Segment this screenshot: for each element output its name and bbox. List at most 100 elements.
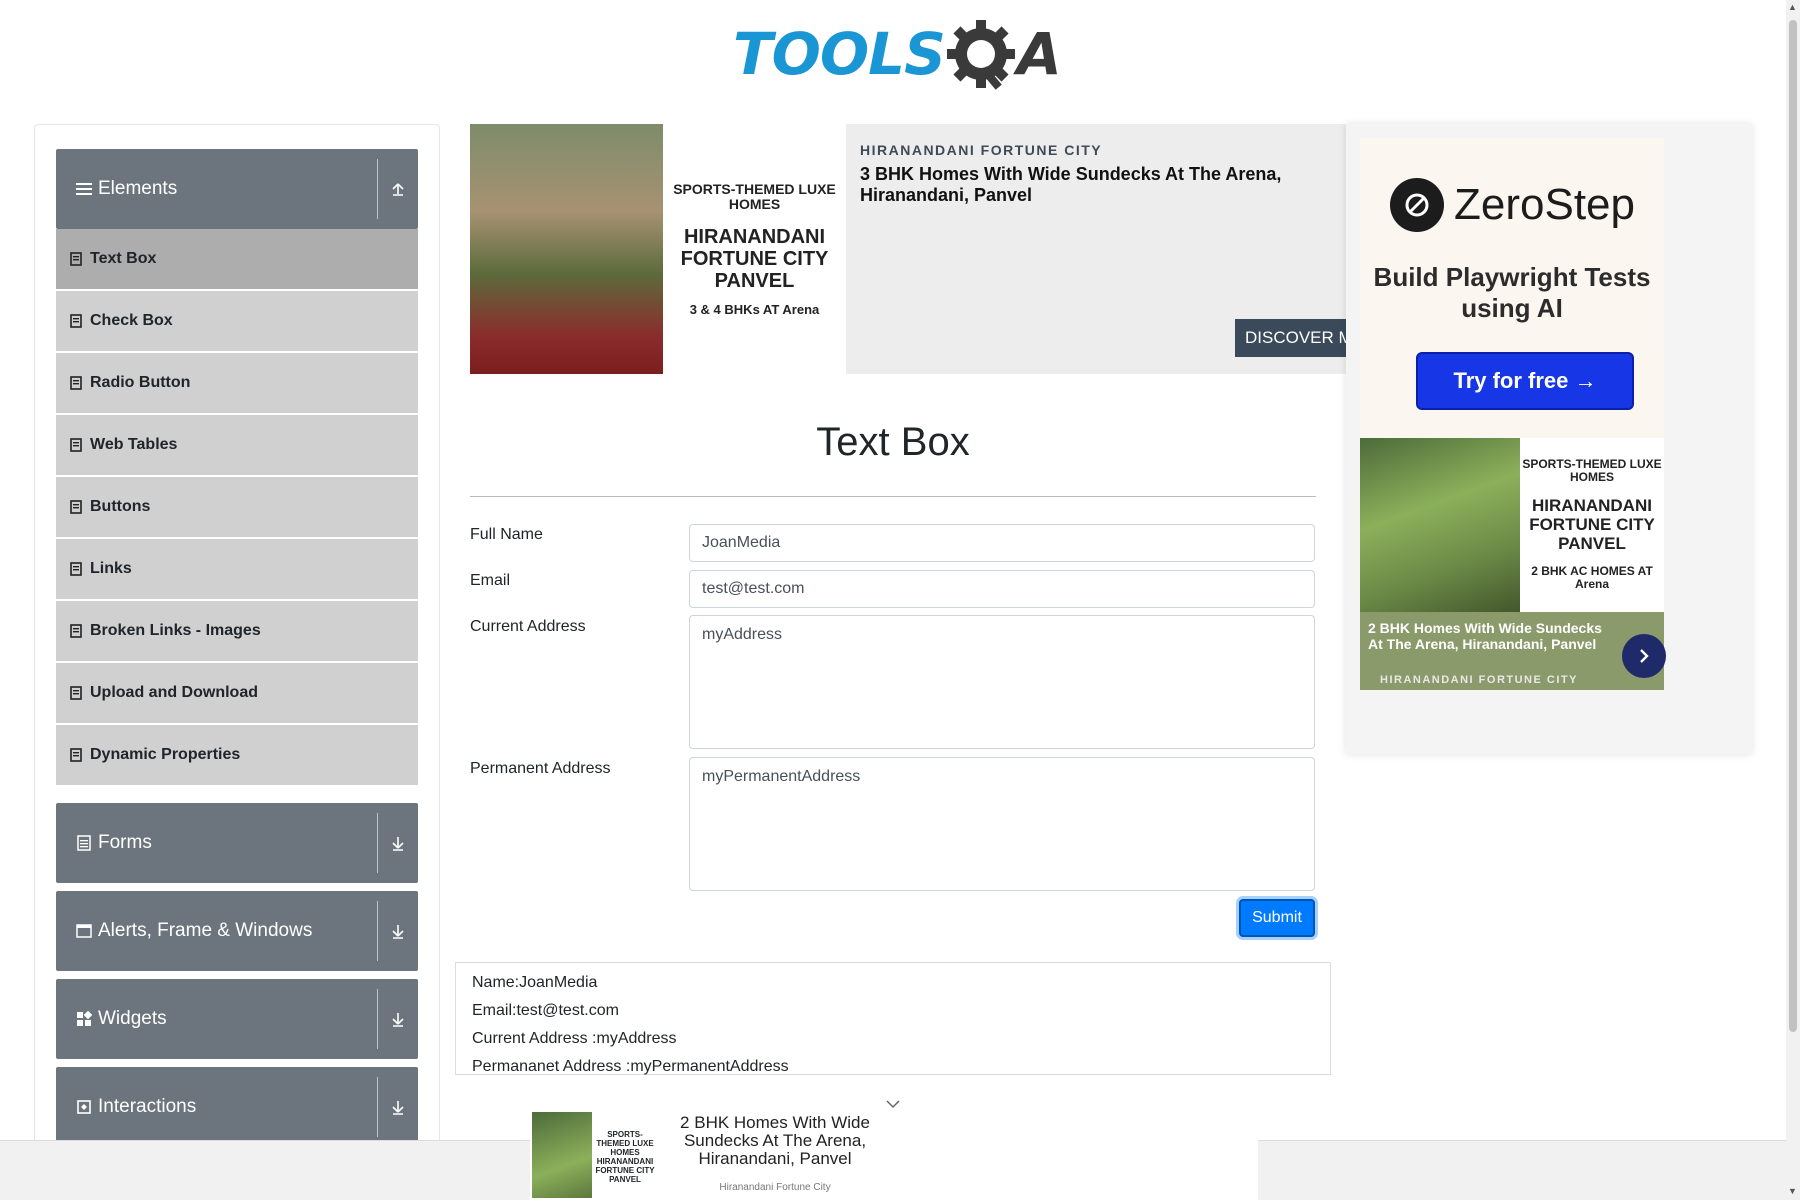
- window-icon: [74, 921, 94, 941]
- expand-arrow-icon[interactable]: [384, 891, 412, 971]
- menu-item-label: Text Box: [90, 250, 157, 267]
- bottom-banner-ad[interactable]: SPORTS-THEMED LUXE HOMES HIRANANDANI FOR…: [530, 1110, 1258, 1200]
- zerostep-ad-card: ZeroStep Build Playwright Tests using AI…: [1360, 138, 1664, 438]
- group-header-alerts[interactable]: Alerts, Frame & Windows: [56, 891, 418, 971]
- ad-discover-button[interactable]: DISCOVER MORE: [1235, 319, 1350, 357]
- ad-card-line2: HIRANANDANI FORTUNE CITY PANVEL: [680, 225, 829, 292]
- right-side-ad[interactable]: ZeroStep Build Playwright Tests using AI…: [1346, 124, 1752, 754]
- email-label: Email: [470, 572, 511, 589]
- group-title: Elements: [98, 178, 178, 199]
- form-icon: [74, 833, 94, 853]
- logo-qa: A: [945, 14, 1062, 94]
- ad-headline: 2 BHK Homes With Wide Sundecks At The Ar…: [680, 1113, 870, 1168]
- divider: [377, 901, 378, 961]
- document-icon: [70, 252, 82, 266]
- group-header-widgets[interactable]: Widgets: [56, 979, 418, 1059]
- group-title: Forms: [98, 832, 152, 853]
- email-input[interactable]: test@test.com: [689, 570, 1315, 608]
- title-divider: [470, 496, 1316, 497]
- logo-text: TOOLS: [733, 20, 946, 88]
- menu-item-radio-button[interactable]: Radio Button: [56, 353, 418, 415]
- divider: [377, 989, 378, 1049]
- menu-item-web-tables[interactable]: Web Tables: [56, 415, 418, 477]
- ad-caption: 2 BHK Homes With Wide Sundecks At The Ar…: [1360, 612, 1666, 690]
- ad-brand: Hiranandani Fortune City: [719, 1182, 831, 1193]
- permanent-address-textarea[interactable]: myPermanentAddress: [689, 757, 1315, 891]
- ad-brand-card: SPORTS-THEMED LUXE HOMES HIRANANDANI FOR…: [663, 124, 846, 374]
- divider: [377, 159, 378, 219]
- logo-a: A: [1016, 20, 1062, 88]
- document-icon: [70, 748, 82, 762]
- menu-item-label: Radio Button: [90, 374, 191, 391]
- menu-item-label: Check Box: [90, 312, 173, 329]
- menu-item-check-box[interactable]: Check Box: [56, 291, 418, 353]
- menu-item-upload-download[interactable]: Upload and Download: [56, 663, 418, 725]
- menu-item-label: Web Tables: [90, 436, 178, 453]
- gear-icon: [946, 20, 1015, 90]
- full-name-input[interactable]: JoanMedia: [689, 524, 1315, 562]
- zerostep-logo-icon: [1390, 178, 1444, 232]
- document-icon: [70, 562, 82, 576]
- ad-brand-card: SPORTS-THEMED LUXE HOMES HIRANANDANI FOR…: [592, 1112, 658, 1198]
- zerostep-logo-text: ZeroStep: [1454, 180, 1635, 229]
- ad-card-line3: 2 BHK AC HOMES AT Arena: [1531, 564, 1653, 591]
- document-icon: [70, 686, 82, 700]
- ad-park-image: [1360, 438, 1520, 612]
- page-title: Text Box: [816, 420, 970, 464]
- scrollbar-thumb[interactable]: [1789, 20, 1797, 1032]
- menu-item-label: Links: [90, 560, 132, 577]
- document-icon: [70, 438, 82, 452]
- ad-headline: 3 BHK Homes With Wide Sundecks At The Ar…: [860, 164, 1282, 205]
- group-title: Interactions: [98, 1096, 197, 1117]
- zerostep-tagline: Build Playwright Tests using AI: [1373, 262, 1651, 323]
- ad-brand: HIRANANDANI FORTUNE CITY: [860, 142, 1103, 158]
- ad-card-line1: SPORTS-THEMED LUXE HOMES: [673, 180, 836, 212]
- menu-item-label: Upload and Download: [90, 684, 258, 701]
- expand-arrow-icon[interactable]: [384, 803, 412, 883]
- expand-arrow-icon[interactable]: [384, 1067, 412, 1147]
- output-permanent-address: Permananet Address :myPermanentAddress: [472, 1058, 789, 1075]
- scroll-up-arrow-icon[interactable]: ▲: [1788, 2, 1797, 12]
- group-title: Widgets: [98, 1008, 167, 1029]
- toolsqa-logo[interactable]: TOOLS A: [733, 14, 1062, 94]
- output-name: Name:JoanMedia: [472, 974, 598, 991]
- menu-item-buttons[interactable]: Buttons: [56, 477, 418, 539]
- divider: [377, 813, 378, 873]
- ad-card-line2: HIRANANDANI FORTUNE CITY PANVEL: [1529, 496, 1655, 553]
- menu-item-dynamic-properties[interactable]: Dynamic Properties: [56, 725, 418, 787]
- menu-item-label: Broken Links - Images: [90, 622, 261, 639]
- group-header-elements[interactable]: Elements: [56, 149, 418, 229]
- expand-arrow-icon[interactable]: [384, 979, 412, 1059]
- menu-item-text-box[interactable]: Text Box: [56, 229, 418, 291]
- interactions-icon: [74, 1097, 94, 1117]
- group-header-forms[interactable]: Forms: [56, 803, 418, 883]
- menu-item-links[interactable]: Links: [56, 539, 418, 601]
- document-icon: [70, 376, 82, 390]
- divider: [377, 1077, 378, 1137]
- elements-menu-list: Text Box Check Box Radio Button Web Tabl…: [56, 229, 418, 787]
- collapse-arrow-icon[interactable]: [384, 149, 412, 229]
- ad-caption-brand: HIRANANDANI FORTUNE CITY: [1380, 674, 1578, 686]
- left-panel: Elements Text Box Check Box Radio Button…: [34, 124, 440, 1200]
- menu-item-label: Dynamic Properties: [90, 746, 241, 763]
- scroll-down-arrow-icon[interactable]: ▼: [1788, 1186, 1797, 1196]
- current-address-textarea[interactable]: myAddress: [689, 615, 1315, 749]
- document-icon: [70, 624, 82, 638]
- output-box: Name:JoanMedia Email:test@test.com Curre…: [455, 962, 1331, 1075]
- ad-card-line1: SPORTS-THEMED LUXE HOMES: [1522, 457, 1662, 484]
- submit-button[interactable]: Submit: [1239, 899, 1315, 937]
- top-banner-ad[interactable]: SPORTS-THEMED LUXE HOMES HIRANANDANI FOR…: [470, 124, 1350, 374]
- ad-tower-image: [470, 124, 663, 374]
- document-icon: [70, 314, 82, 328]
- menu-item-broken-links[interactable]: Broken Links - Images: [56, 601, 418, 663]
- ad-caption-text: 2 BHK Homes With Wide Sundecks At The Ar…: [1368, 620, 1602, 652]
- full-name-label: Full Name: [470, 526, 543, 543]
- try-for-free-button[interactable]: Try for free →: [1416, 352, 1634, 410]
- menu-item-label: Buttons: [90, 498, 151, 515]
- widgets-icon: [74, 1009, 94, 1029]
- next-arrow-icon[interactable]: [1622, 634, 1666, 678]
- output-email: Email:test@test.com: [472, 1002, 619, 1019]
- group-title: Alerts, Frame & Windows: [98, 920, 313, 941]
- group-header-interactions[interactable]: Interactions: [56, 1067, 418, 1147]
- current-address-label: Current Address: [470, 618, 586, 635]
